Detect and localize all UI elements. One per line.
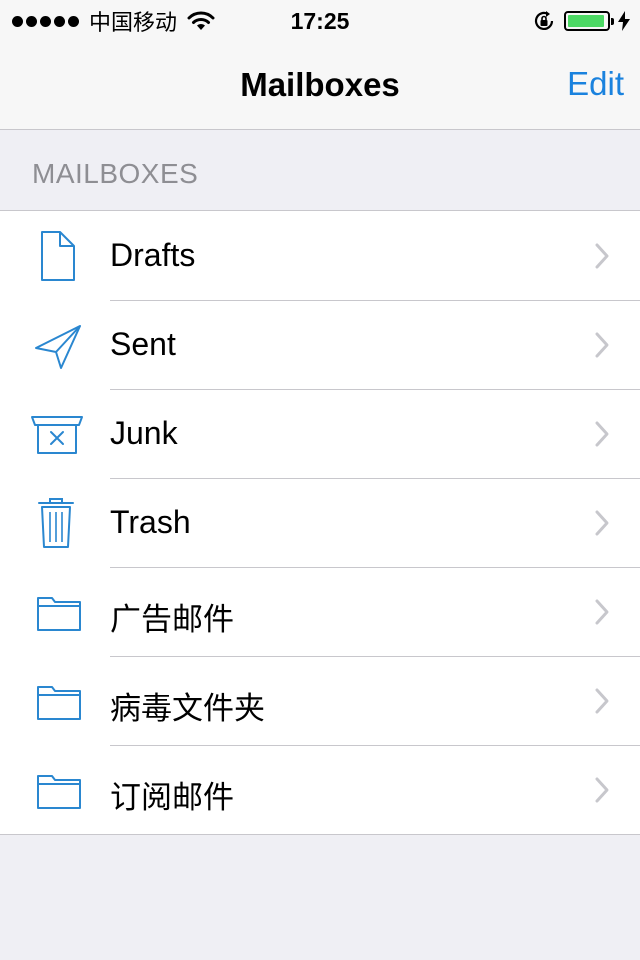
battery-icon (564, 11, 614, 31)
mailbox-row-junk[interactable]: Junk (0, 389, 640, 478)
status-right (532, 7, 630, 35)
navigation-bar: Mailboxes Edit (0, 40, 640, 130)
section-header: MAILBOXES (32, 158, 199, 189)
mailbox-row-trash[interactable]: Trash (0, 478, 640, 567)
trash-icon (38, 498, 74, 548)
folder-icon (37, 686, 81, 720)
document-icon (41, 231, 75, 281)
mailbox-label: Junk (110, 415, 178, 451)
mailbox-label: Trash (110, 504, 191, 540)
chevron-right-icon (595, 599, 609, 625)
mailbox-row-virus-folder[interactable]: 病毒文件夹 (0, 656, 640, 745)
mailbox-label: Sent (110, 326, 176, 362)
charging-icon (618, 11, 630, 31)
top-bar: 中国移动 17:25 Mailboxes Edit (0, 0, 640, 130)
mailbox-label: 广告邮件 (110, 602, 234, 638)
mailbox-row-drafts[interactable]: Drafts (0, 211, 640, 300)
chevron-right-icon (595, 510, 609, 536)
mailbox-row-ad-mail[interactable]: 广告邮件 (0, 567, 640, 656)
mailbox-list: Drafts Sent Junk Trash 广告邮件 病毒文件夹 订阅邮件 (0, 210, 640, 835)
chevron-right-icon (595, 243, 609, 269)
status-bar: 中国移动 17:25 (0, 0, 640, 40)
battery-level (568, 15, 605, 27)
folder-icon (37, 597, 81, 631)
junk-bin-icon (31, 416, 83, 454)
edit-button[interactable]: Edit (567, 65, 624, 103)
paper-plane-icon (35, 325, 81, 369)
mailbox-row-subscriptions[interactable]: 订阅邮件 (0, 745, 640, 834)
page-title: Mailboxes (240, 66, 400, 103)
chevron-right-icon (595, 688, 609, 714)
chevron-right-icon (595, 777, 609, 803)
chevron-right-icon (595, 332, 609, 358)
rotation-lock-icon (534, 11, 554, 30)
chevron-right-icon (595, 421, 609, 447)
mailbox-row-sent[interactable]: Sent (0, 300, 640, 389)
mailbox-label: 订阅邮件 (110, 780, 234, 816)
mailbox-label: Drafts (110, 237, 196, 273)
mailbox-label: 病毒文件夹 (110, 691, 265, 727)
folder-icon (37, 775, 81, 809)
